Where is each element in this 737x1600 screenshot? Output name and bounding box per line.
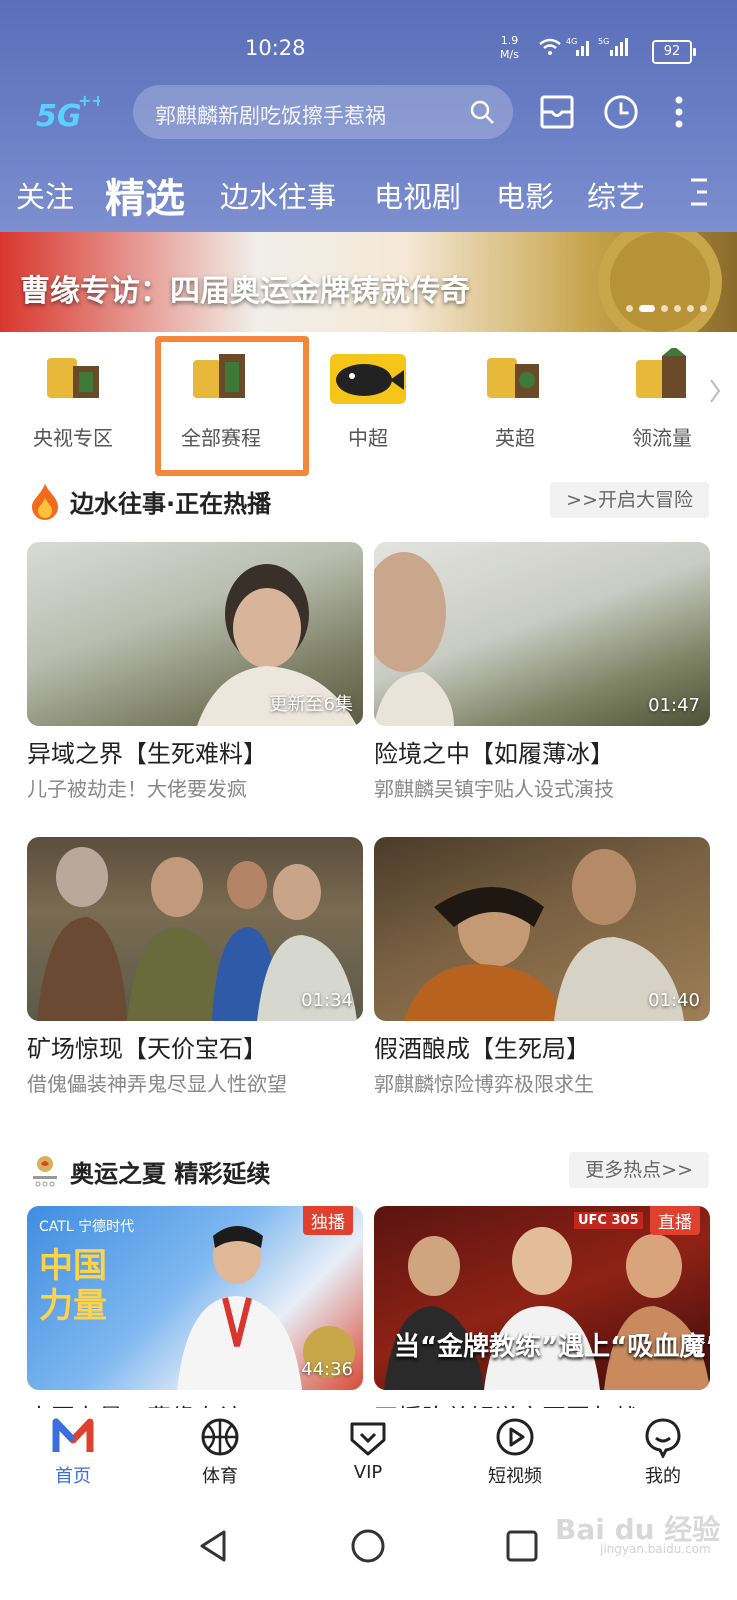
recents-icon[interactable] <box>504 1528 540 1564</box>
app-header: 10:28 1.9 M/s 4G 5G 92 5G ++ 郭麒麟新剧吃饭擦手惹祸… <box>0 0 737 232</box>
video-card[interactable]: 更新至6集 异域之界【生死难料】 儿子被劫走！大佬要发疯 <box>27 542 363 802</box>
channel-tabs: 关注 精选 边水往事 电视剧 电影 综艺 <box>0 162 737 222</box>
search-placeholder: 郭麒麟新剧吃饭擦手惹祸 <box>155 104 386 128</box>
fire-icon <box>32 484 58 520</box>
nav-short-video[interactable]: 短视频 <box>470 1416 560 1488</box>
video-title: 异域之界【生死难料】 <box>27 740 267 768</box>
banner-pagination <box>626 305 707 312</box>
home-circle-icon[interactable] <box>350 1528 386 1564</box>
person-figure-icon <box>374 552 454 726</box>
category-csl[interactable]: 中超 <box>308 348 428 450</box>
promo-banner[interactable]: 曹缘专访：四届奥运金牌铸就传奇 <box>0 232 737 332</box>
more-icon[interactable] <box>670 92 688 132</box>
svg-text:++: ++ <box>78 91 100 110</box>
history-icon[interactable] <box>602 92 640 132</box>
traffic-icon <box>636 346 686 398</box>
video-title: 矿场惊现【天价宝石】 <box>27 1035 267 1063</box>
video-thumbnail: 01:47 <box>374 542 710 726</box>
category-highlight-frame <box>155 336 309 476</box>
user-face-icon <box>645 1418 681 1458</box>
play-circle-icon <box>496 1418 534 1456</box>
tab-featured[interactable]: 精选 <box>105 166 185 224</box>
inbox-icon[interactable] <box>538 92 576 132</box>
video-subtitle: 借傀儡装神弄鬼尽显人性欲望 <box>27 1072 287 1096</box>
nav-home[interactable]: 首页 <box>28 1416 118 1488</box>
bottom-navigation: 首页 体育 VIP 短视频 我的 <box>0 1408 737 1498</box>
svg-text:4G: 4G <box>566 37 577 46</box>
tab-bianshui[interactable]: 边水往事 <box>220 174 336 216</box>
athlete-figure-icon <box>177 1226 302 1390</box>
tab-variety[interactable]: 综艺 <box>587 174 645 216</box>
wifi-icon <box>539 38 561 55</box>
signal-4g-icon: 4G <box>566 37 589 56</box>
search-icon <box>470 100 494 124</box>
nav-sports[interactable]: 体育 <box>175 1416 265 1488</box>
video-card[interactable]: 01:47 险境之中【如履薄冰】 郭麒麟吴镇宇贴人设式演技 <box>374 542 710 802</box>
video-thumbnail: CATL 宁德时代 中国力量 独播 44:36 <box>27 1206 363 1390</box>
vip-badge-icon <box>350 1422 386 1456</box>
search-bar[interactable]: 郭麒麟新剧吃饭擦手惹祸 <box>133 85 513 139</box>
video-thumbnail: 01:40 <box>374 837 710 1021</box>
live-badge: 直播 <box>650 1206 700 1235</box>
tab-tv-series[interactable]: 电视剧 <box>374 174 461 216</box>
section-title-bianshui: 边水往事·正在热播 <box>70 490 272 518</box>
video-subtitle: 郭麒麟惊险博弈极限求生 <box>374 1072 594 1096</box>
video-subtitle: 郭麒麟吴镇宇贴人设式演技 <box>374 777 614 801</box>
section-title-olympics: 奥运之夏 精彩延续 <box>70 1160 271 1188</box>
status-time: 10:28 <box>245 36 306 60</box>
home-logo-icon <box>52 1418 94 1452</box>
category-row: 央视专区 全部赛程 中超 英超 领流量 <box>0 336 737 476</box>
svg-text:5G: 5G <box>36 99 82 134</box>
category-cctv[interactable]: 央视专区 <box>13 348 133 450</box>
category-epl[interactable]: 英超 <box>455 348 575 450</box>
video-thumbnail: 01:34 <box>27 837 363 1021</box>
video-thumbnail: 当“金牌教练”遇上“吸血魔” UFC 305 直播 <box>374 1206 710 1390</box>
status-bar: 10:28 1.9 M/s 4G 5G 92 <box>0 0 737 80</box>
video-card[interactable]: 01:34 矿场惊现【天价宝石】 借傀儡装神弄鬼尽显人性欲望 <box>27 837 363 1097</box>
video-card[interactable]: 当“金牌教练”遇上“吸血魔” UFC 305 直播 正播陈总解说亮哥回归战 <box>374 1206 710 1433</box>
basketball-icon <box>201 1418 239 1456</box>
cctv-zone-icon <box>47 358 99 398</box>
back-icon[interactable] <box>196 1528 232 1564</box>
svg-text:5G: 5G <box>598 37 609 46</box>
paris-olympics-logo-icon <box>33 1156 57 1187</box>
battery-indicator: 92 <box>652 40 696 64</box>
video-subtitle: 儿子被劫走！大佬要发疯 <box>27 777 247 801</box>
exclusive-badge: 独播 <box>303 1206 353 1235</box>
more-hot-button[interactable]: 更多热点>> <box>569 1152 709 1188</box>
5g-logo-icon: 5G ++ <box>36 91 100 134</box>
video-thumbnail: 更新至6集 <box>27 542 363 726</box>
epl-icon <box>487 358 539 398</box>
gold-medal-icon <box>598 232 722 332</box>
nav-vip[interactable]: VIP <box>323 1416 413 1483</box>
channel-menu-icon[interactable] <box>688 174 710 210</box>
category-data-traffic[interactable]: 领流量 <box>602 346 722 450</box>
network-speed: 1.9 M/s <box>500 34 519 61</box>
start-adventure-button[interactable]: >>开启大冒险 <box>550 482 709 518</box>
banner-title: 曹缘专访：四届奥运金牌铸就传奇 <box>20 274 470 309</box>
tab-movies[interactable]: 电影 <box>496 174 554 216</box>
signal-5g-icon: 5G <box>598 37 628 56</box>
nav-profile[interactable]: 我的 <box>618 1416 708 1488</box>
chevron-right-icon[interactable] <box>708 376 722 406</box>
tab-follow[interactable]: 关注 <box>16 174 74 216</box>
video-card[interactable]: CATL 宁德时代 中国力量 独播 44:36 中国力量：曹缘专访 <box>27 1206 363 1433</box>
baidu-watermark-url: jingyan.baidu.com <box>600 1542 711 1556</box>
video-title: 险境之中【如履薄冰】 <box>374 740 614 768</box>
video-title: 假酒酿成【生死局】 <box>374 1035 590 1063</box>
video-card[interactable]: 01:40 假酒酿成【生死局】 郭麒麟惊险博弈极限求生 <box>374 837 710 1097</box>
csl-fish-icon <box>330 354 406 404</box>
